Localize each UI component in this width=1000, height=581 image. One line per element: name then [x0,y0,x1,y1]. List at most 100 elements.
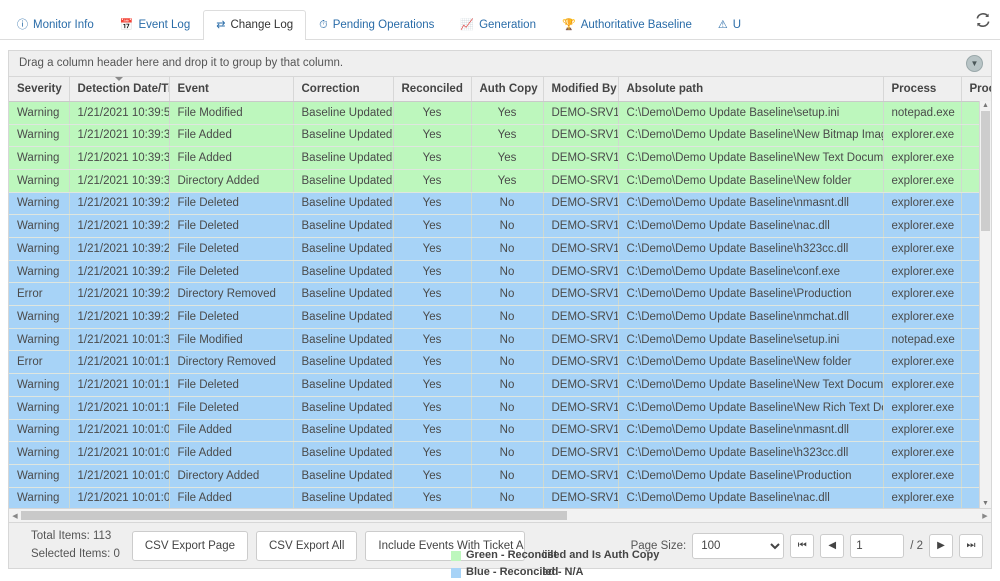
cell-auth-copy: No [471,238,543,261]
cell-absolute-path: C:\Demo\Demo Update Baseline\New Text Do… [618,147,883,170]
cell-process: explorer.exe [883,487,961,508]
warning-triangle-icon: ⚠ [718,20,728,31]
cell-severity: Warning [9,306,69,329]
vertical-scrollbar-thumb[interactable] [981,111,990,231]
table-row[interactable]: Warning1/21/2021 10:39:28File DeletedBas… [9,238,991,261]
column-header-severity[interactable]: Severity [9,77,69,102]
table-row[interactable]: Warning1/21/2021 10:01:07File AddedBasel… [9,419,991,442]
column-header-reconciled[interactable]: Reconciled [393,77,471,102]
group-by-dropzone[interactable]: Drag a column header here and drop it to… [9,51,991,77]
horizontal-scrollbar[interactable]: ◀ ▶ [9,508,991,522]
tab-label: U [733,19,741,31]
cell-event: File Added [169,124,293,147]
csv-export-page-button[interactable]: CSV Export Page [132,531,248,561]
column-header-auth-copy[interactable]: Auth Copy [471,77,543,102]
info-icon: ⓘ [17,20,28,31]
table-row[interactable]: Warning1/21/2021 10:01:07Directory Added… [9,464,991,487]
grid-footer: Total Items: 113 Selected Items: 0 CSV E… [9,522,991,568]
tab-label: Pending Operations [333,19,435,31]
page-size-select[interactable]: 100 [692,533,784,559]
cell-event: File Deleted [169,192,293,215]
table-row[interactable]: Warning1/21/2021 10:01:07File AddedBasel… [9,487,991,508]
csv-export-all-button[interactable]: CSV Export All [256,531,357,561]
cell-detection-datetime: 1/21/2021 10:01:19 [69,374,169,397]
table-row[interactable]: Warning1/21/2021 10:39:28File DeletedBas… [9,306,991,329]
selected-items-label: Selected Items: 0 [31,546,120,564]
column-header-correction[interactable]: Correction [293,77,393,102]
cell-absolute-path: C:\Demo\Demo Update Baseline\setup.ini [618,328,883,351]
cell-event: Directory Added [169,464,293,487]
table-row[interactable]: Warning1/21/2021 10:39:28File DeletedBas… [9,192,991,215]
tab-change-log[interactable]: ⇄ Change Log [203,10,306,40]
tab-unauthorized[interactable]: ⚠ U [705,10,745,40]
cell-detection-datetime: 1/21/2021 10:39:30 [69,169,169,192]
refresh-icon[interactable] [972,9,994,31]
table-row[interactable]: Warning1/21/2021 10:39:34File AddedBasel… [9,147,991,170]
tab-generation[interactable]: 📈 Generation [447,10,549,40]
table-row[interactable]: Warning1/21/2021 10:01:19File DeletedBas… [9,374,991,397]
tab-authoritative-baseline[interactable]: 🏆 Authoritative Baseline [549,10,705,40]
last-page-icon[interactable]: ⏭ [959,534,983,558]
table-row[interactable]: Warning1/21/2021 10:39:53File ModifiedBa… [9,101,991,124]
table-row[interactable]: Warning1/21/2021 10:39:28File DeletedBas… [9,215,991,238]
scroll-right-icon[interactable]: ▶ [979,509,991,522]
cell-detection-datetime: 1/21/2021 10:01:07 [69,419,169,442]
scroll-down-icon[interactable]: ▼ [980,498,991,508]
tab-label: Event Log [138,19,190,31]
cell-detection-datetime: 1/21/2021 10:39:28 [69,215,169,238]
cell-process: explorer.exe [883,351,961,374]
horizontal-scrollbar-thumb[interactable] [21,511,567,520]
next-page-icon[interactable]: ▶ [929,534,953,558]
column-header-event[interactable]: Event [169,77,293,102]
tab-event-log[interactable]: 📅 Event Log [107,10,204,40]
column-header-detection-datetime[interactable]: Detection Date/Time [69,77,169,102]
cell-event: File Deleted [169,238,293,261]
scroll-up-icon[interactable]: ▲ [980,101,991,111]
cell-process: explorer.exe [883,169,961,192]
calendar-icon: 📅 [120,20,134,31]
cell-correction: Baseline Updated [293,306,393,329]
cell-modified-by: DEMO-SRV16\cha [543,464,618,487]
scroll-left-icon[interactable]: ◀ [9,509,21,522]
cell-absolute-path: C:\Demo\Demo Update Baseline\New Bitmap … [618,124,883,147]
cell-process: notepad.exe [883,101,961,124]
first-page-icon[interactable]: ⏮ [790,534,814,558]
trophy-icon: 🏆 [562,20,576,31]
prev-page-icon[interactable]: ◀ [820,534,844,558]
cell-modified-by: DEMO-SRV16\cha [543,124,618,147]
page-number-input[interactable] [850,534,904,558]
cell-auth-copy: No [471,260,543,283]
grid-scroll-region[interactable]: Severity Detection Date/Time Event Corre… [9,77,991,508]
cell-process: explorer.exe [883,419,961,442]
cell-absolute-path: C:\Demo\Demo Update Baseline\nmasnt.dll [618,419,883,442]
table-row[interactable]: Warning1/21/2021 10:39:28File DeletedBas… [9,260,991,283]
cell-modified-by: DEMO-SRV16\cha [543,101,618,124]
filter-funnel-icon[interactable]: ▼ [966,55,983,72]
cell-detection-datetime: 1/21/2021 10:39:28 [69,283,169,306]
cell-severity: Warning [9,328,69,351]
cell-absolute-path: C:\Demo\Demo Update Baseline\Production [618,464,883,487]
column-header-process[interactable]: Process [883,77,961,102]
page-size-label: Page Size: [631,540,687,552]
table-row[interactable]: Warning1/21/2021 10:01:31File ModifiedBa… [9,328,991,351]
cell-auth-copy: No [471,215,543,238]
cell-modified-by: DEMO-SRV16\cha [543,306,618,329]
cell-reconciled: Yes [393,487,471,508]
table-row[interactable]: Error1/21/2021 10:39:28Directory Removed… [9,283,991,306]
cell-event: File Deleted [169,215,293,238]
cell-correction: Baseline Updated [293,238,393,261]
column-header-absolute-path[interactable]: Absolute path [618,77,883,102]
column-header-process-2[interactable]: Proces [961,77,991,102]
table-row[interactable]: Warning1/21/2021 10:39:36File AddedBasel… [9,124,991,147]
table-row[interactable]: Warning1/21/2021 10:01:07File AddedBasel… [9,442,991,465]
table-row[interactable]: Error1/21/2021 10:01:19Directory Removed… [9,351,991,374]
cell-process: explorer.exe [883,396,961,419]
tab-monitor-info[interactable]: ⓘ Monitor Info [4,10,107,40]
page-total-label: / 2 [910,540,923,552]
tab-pending-operations[interactable]: ⏱ Pending Operations [306,10,447,40]
cell-reconciled: Yes [393,442,471,465]
table-row[interactable]: Warning1/21/2021 10:39:30Directory Added… [9,169,991,192]
column-header-modified-by[interactable]: Modified By [543,77,618,102]
table-row[interactable]: Warning1/21/2021 10:01:19File DeletedBas… [9,396,991,419]
vertical-scrollbar[interactable]: ▲ ▼ [979,101,991,508]
